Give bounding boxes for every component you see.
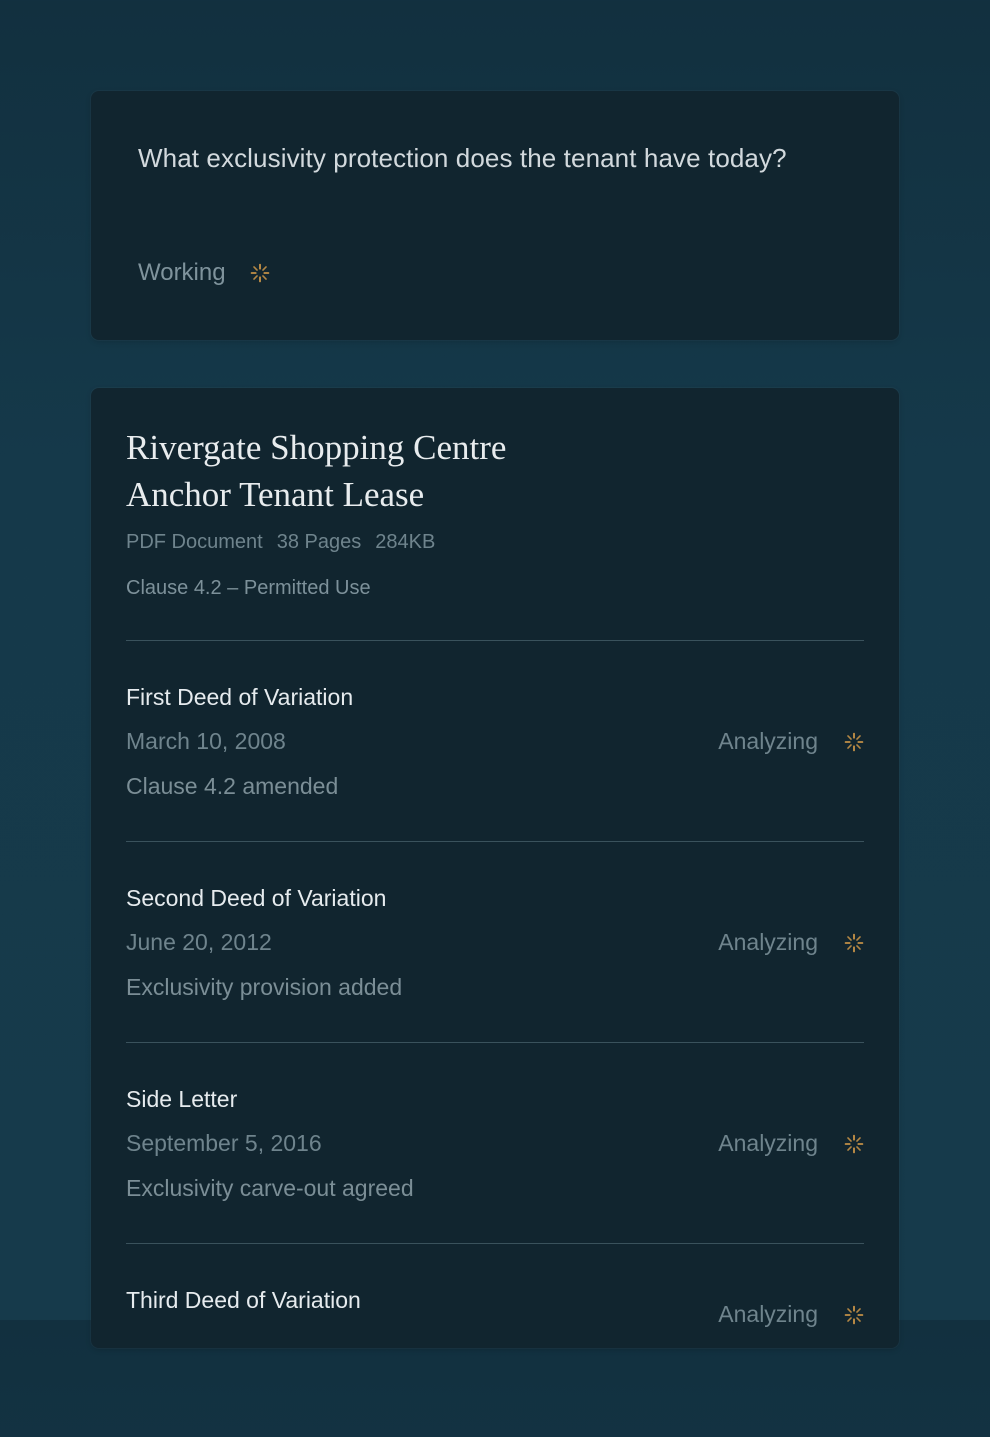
document-title-line1: Rivergate Shopping Centre xyxy=(126,428,507,467)
status-label: Analyzing xyxy=(718,929,818,955)
document-title: Rivergate Shopping Centre Anchor Tenant … xyxy=(126,424,626,518)
document-type: PDF Document xyxy=(126,531,263,553)
query-text: What exclusivity protection does the ten… xyxy=(138,143,787,173)
document-card: Rivergate Shopping Centre Anchor Tenant … xyxy=(91,388,899,1348)
spinner-icon xyxy=(844,1134,864,1154)
list-item[interactable]: First Deed of Variation March 10, 2008 C… xyxy=(126,684,864,834)
status-label: Analyzing xyxy=(718,1301,818,1327)
entry-date: September 5, 2016 xyxy=(126,1130,322,1156)
entry-title: Side Letter xyxy=(126,1086,238,1112)
entry-note: Clause 4.2 amended xyxy=(126,773,339,799)
divider xyxy=(126,841,864,842)
entry-title: Second Deed of Variation xyxy=(126,885,387,911)
divider xyxy=(126,640,864,641)
list-item[interactable]: Third Deed of Variation Analyzing xyxy=(126,1287,864,1437)
entry-date: March 10, 2008 xyxy=(126,728,286,754)
entry-status: Analyzing xyxy=(718,1301,864,1328)
spinner-icon xyxy=(250,263,270,283)
entry-note: Exclusivity carve-out agreed xyxy=(126,1175,414,1201)
divider xyxy=(126,1243,864,1244)
entry-status: Analyzing xyxy=(718,728,864,755)
query-card: What exclusivity protection does the ten… xyxy=(91,91,899,340)
document-clause: Clause 4.2 – Permitted Use xyxy=(126,577,371,599)
list-item[interactable]: Second Deed of Variation June 20, 2012 E… xyxy=(126,885,864,1035)
spinner-icon xyxy=(844,933,864,953)
document-title-line2: Anchor Tenant Lease xyxy=(126,475,425,514)
document-pages: 38 Pages xyxy=(276,531,362,553)
spinner-icon xyxy=(844,732,864,752)
status-label: Analyzing xyxy=(718,1130,818,1156)
entry-title: Third Deed of Variation xyxy=(126,1287,361,1313)
status-label: Analyzing xyxy=(718,728,818,754)
spinner-icon xyxy=(844,1305,864,1325)
divider xyxy=(126,1042,864,1043)
document-meta: PDF Document 38 Pages 284KB xyxy=(126,531,435,554)
document-size: 284KB xyxy=(375,531,436,553)
list-item[interactable]: Side Letter September 5, 2016 Exclusivit… xyxy=(126,1086,864,1236)
entry-date: June 20, 2012 xyxy=(126,929,272,955)
entry-status: Analyzing xyxy=(718,929,864,956)
working-status: Working xyxy=(138,259,270,287)
entry-note: Exclusivity provision added xyxy=(126,974,403,1000)
entry-status: Analyzing xyxy=(718,1130,864,1157)
working-label: Working xyxy=(138,259,226,286)
entry-title: First Deed of Variation xyxy=(126,684,354,710)
